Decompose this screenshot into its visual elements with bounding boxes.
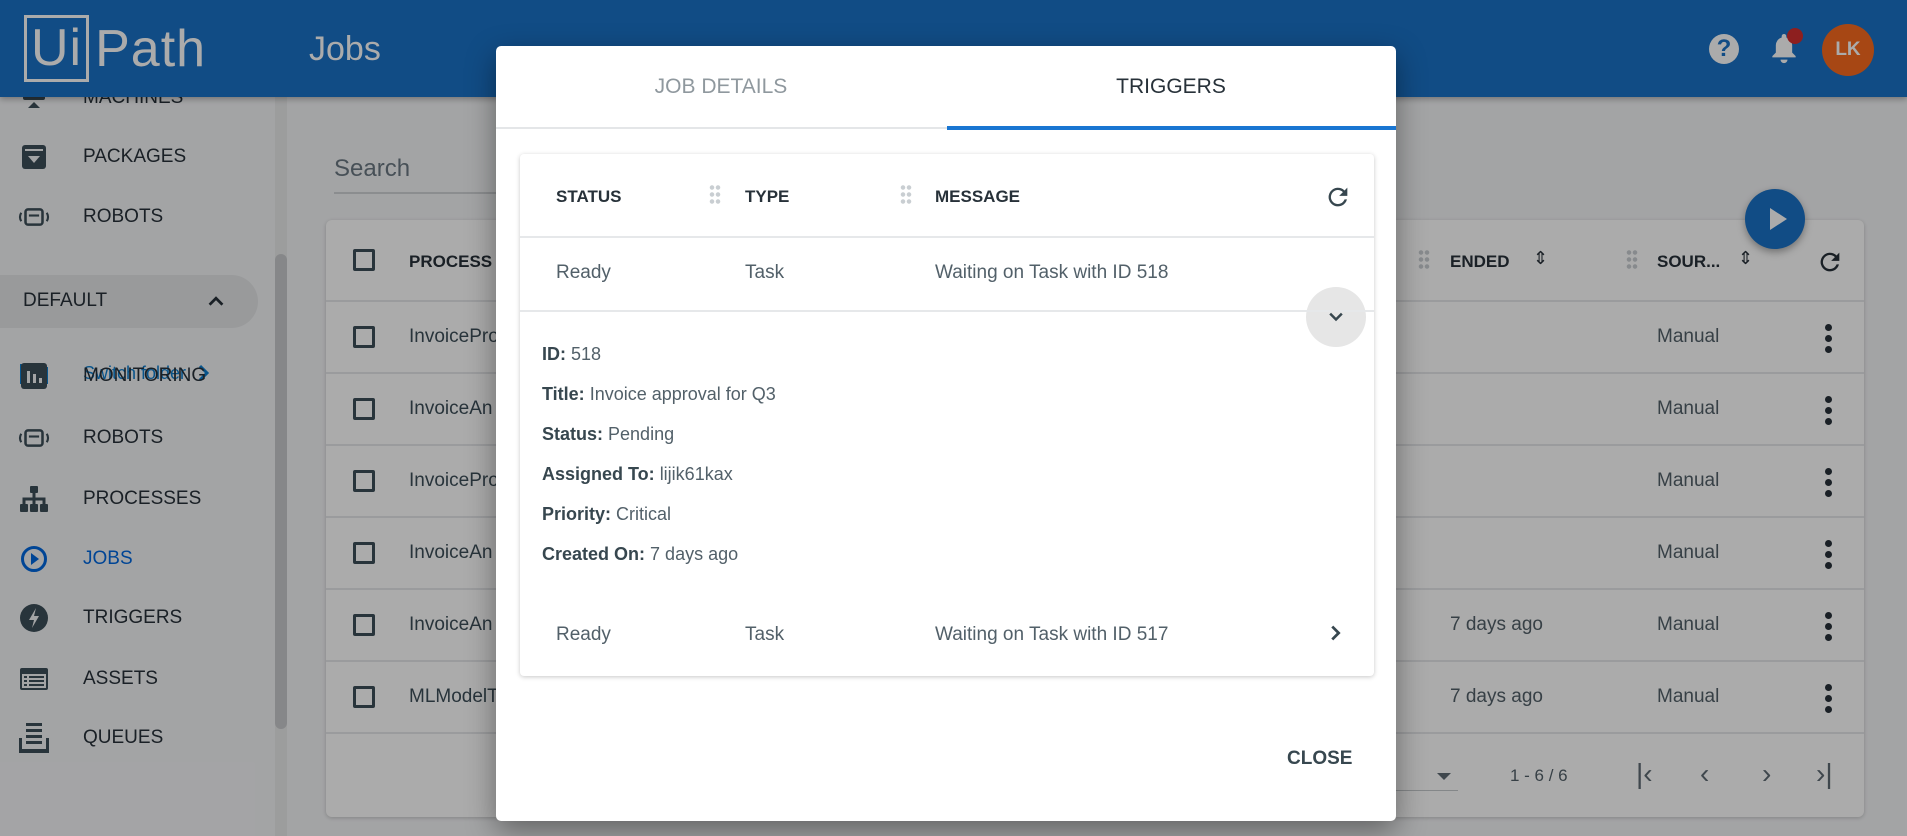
trigger-row[interactable]: Ready Task Waiting on Task with ID 517: [520, 604, 1374, 664]
trigger-message: Waiting on Task with ID 518: [935, 262, 1169, 283]
column-message[interactable]: MESSAGE: [935, 187, 1020, 207]
close-button[interactable]: CLOSE: [1287, 748, 1352, 770]
detail-createdon: Created On: 7 days ago: [542, 544, 739, 564]
trigger-type: Task: [745, 624, 785, 645]
chevron-right-icon[interactable]: [1324, 622, 1346, 644]
trigger-status: Ready: [556, 262, 611, 283]
divider: [520, 310, 1374, 312]
trigger-type: Task: [745, 262, 785, 283]
column-resize-handle[interactable]: [709, 184, 721, 206]
triggers-table: STATUS TYPE MESSAGE Ready Task Waiting o…: [520, 154, 1374, 676]
detail-id: ID: 518: [542, 344, 602, 364]
trigger-row[interactable]: Ready Task Waiting on Task with ID 518: [520, 238, 1374, 310]
trigger-status: Ready: [556, 624, 611, 645]
refresh-icon[interactable]: [1324, 183, 1352, 211]
tab-job-details[interactable]: JOB DETAILS: [496, 46, 946, 128]
detail-assignedto: Assigned To: lijik61kax: [542, 464, 733, 484]
collapse-row-button[interactable]: [1306, 287, 1366, 347]
trigger-message: Waiting on Task with ID 517: [935, 624, 1169, 645]
detail-status: Status: Pending: [542, 424, 675, 444]
detail-priority: Priority: Critical: [542, 504, 672, 524]
column-type[interactable]: TYPE: [745, 187, 789, 207]
tab-triggers[interactable]: TRIGGERS: [946, 46, 1396, 128]
detail-title: Title: Invoice approval for Q3: [542, 384, 776, 404]
column-status[interactable]: STATUS: [556, 187, 621, 207]
column-resize-handle[interactable]: [900, 184, 912, 206]
job-dialog: JOB DETAILS TRIGGERS STATUS TYPE MESSAGE…: [496, 46, 1396, 821]
active-tab-indicator: [947, 126, 1396, 130]
